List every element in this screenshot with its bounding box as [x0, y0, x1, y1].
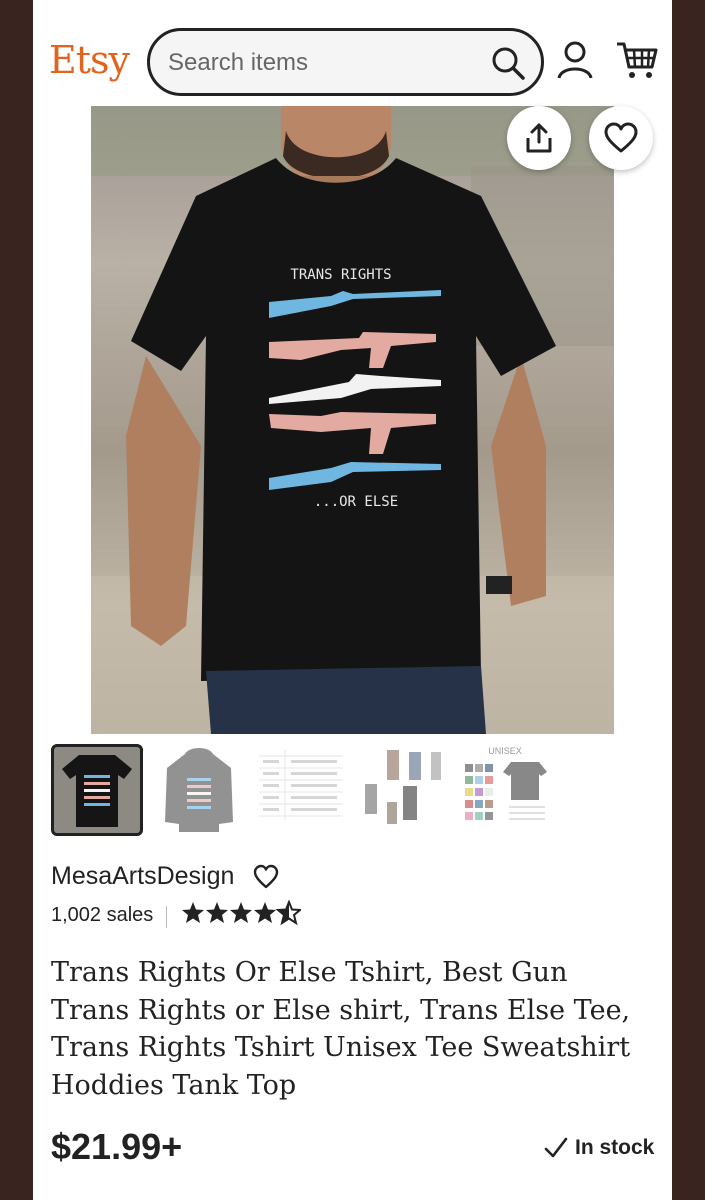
shirt-print-bottom: ...OR ELSE — [314, 494, 398, 510]
rating-stars[interactable] — [181, 900, 301, 926]
account-icon[interactable] — [555, 40, 595, 80]
star-icon — [182, 902, 204, 923]
thumbnail-image — [165, 748, 233, 832]
favorite-button[interactable] — [589, 106, 653, 170]
thumbnail-size-chart[interactable] — [255, 744, 347, 836]
thumbnail-strip: UNISEX — [51, 744, 571, 836]
search-bar[interactable] — [147, 28, 544, 96]
star-icon — [254, 902, 276, 923]
sales-count: 1,002 sales — [51, 904, 154, 926]
listing-title: Trans Rights Or Else Tshirt, Best Gun Tr… — [51, 957, 631, 1101]
search-icon[interactable] — [489, 44, 527, 82]
product-photo: TRANS RIGHTS ...OR ELSE — [91, 106, 614, 734]
stock-status: In stock — [543, 1136, 654, 1160]
checkmark-icon — [544, 1137, 568, 1158]
stock-label: In stock — [575, 1136, 655, 1159]
thumbnail-image: UNISEX — [465, 746, 547, 820]
divider — [166, 906, 167, 928]
star-icon — [206, 902, 228, 923]
share-button[interactable] — [507, 106, 571, 170]
thumbnail-image — [259, 750, 343, 820]
search-input[interactable] — [168, 47, 468, 79]
price: $21.99+ — [51, 1126, 183, 1167]
cart-icon[interactable] — [615, 40, 659, 80]
follow-shop-heart-icon[interactable] — [253, 864, 279, 890]
thumbnail-models[interactable] — [357, 744, 449, 836]
thumbnail-hoodie[interactable] — [153, 744, 245, 836]
half-star-icon — [275, 900, 301, 926]
share-icon — [526, 123, 552, 153]
shirt-print-top: TRANS RIGHTS — [290, 267, 391, 283]
thumbnail-label: UNISEX — [488, 746, 522, 756]
thumbnail-black-tee[interactable] — [51, 744, 143, 836]
etsy-logo[interactable]: Etsy — [49, 38, 130, 82]
thumbnail-image — [54, 747, 140, 833]
product-image[interactable]: TRANS RIGHTS ...OR ELSE — [91, 106, 614, 734]
phone-screen: Etsy Search items TRANS RIGHTS ...OR ELS… — [33, 0, 672, 1200]
thumbnail-unisex-colors[interactable]: UNISEX — [459, 744, 551, 836]
shop-name[interactable]: MesaArtsDesign — [51, 862, 234, 891]
thumbnail-image — [365, 750, 441, 824]
heart-icon — [604, 122, 638, 153]
header: Etsy — [33, 0, 672, 106]
star-icon — [230, 902, 252, 923]
